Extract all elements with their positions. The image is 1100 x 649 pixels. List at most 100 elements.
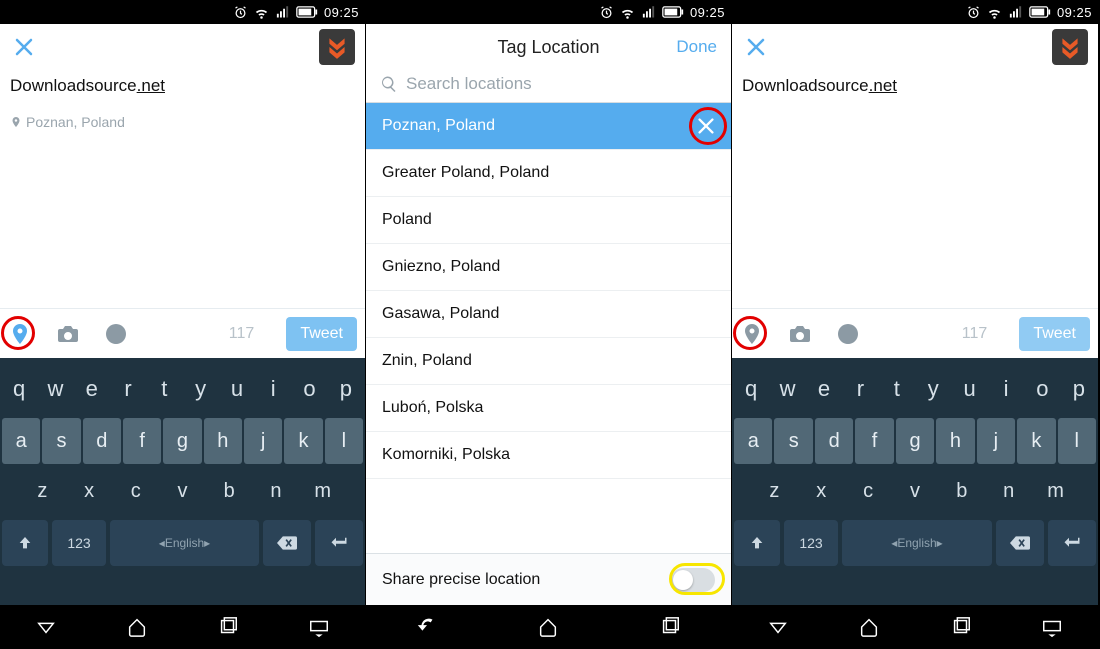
recents-icon[interactable]	[659, 616, 681, 638]
avatar[interactable]	[1052, 29, 1088, 65]
key-z[interactable]: z	[20, 468, 65, 514]
key-b[interactable]: b	[207, 468, 252, 514]
key-y[interactable]: y	[916, 364, 950, 414]
key-v[interactable]: v	[160, 468, 205, 514]
key-s[interactable]: s	[774, 418, 812, 464]
key-r[interactable]: r	[111, 364, 145, 414]
tweet-button[interactable]: Tweet	[1019, 317, 1090, 351]
key-a[interactable]: a	[734, 418, 772, 464]
location-icon[interactable]	[8, 322, 32, 346]
key-n[interactable]: n	[254, 468, 299, 514]
home-icon[interactable]	[858, 616, 880, 638]
location-item[interactable]: Greater Poland, Poland	[366, 150, 731, 197]
camera-icon[interactable]	[56, 322, 80, 346]
backspace-key[interactable]	[263, 520, 311, 566]
keyboard-hide-icon[interactable]	[308, 616, 330, 638]
key-o[interactable]: o	[1025, 364, 1059, 414]
key-d[interactable]: d	[83, 418, 121, 464]
back-icon[interactable]	[35, 616, 57, 638]
close-button[interactable]	[742, 33, 770, 61]
compose-text[interactable]: Downloadsource.net	[10, 76, 355, 96]
key-s[interactable]: s	[42, 418, 80, 464]
camera-icon[interactable]	[788, 322, 812, 346]
key-f[interactable]: f	[123, 418, 161, 464]
key-h[interactable]: h	[936, 418, 974, 464]
enter-key[interactable]	[315, 520, 363, 566]
key-r[interactable]: r	[843, 364, 877, 414]
key-w[interactable]: w	[38, 364, 72, 414]
location-item[interactable]: Poznan, Poland	[366, 103, 731, 150]
key-c[interactable]: c	[113, 468, 158, 514]
key-k[interactable]: k	[284, 418, 322, 464]
key-z[interactable]: z	[752, 468, 797, 514]
location-item[interactable]: Znin, Poland	[366, 338, 731, 385]
geo-tag[interactable]: Poznan, Poland	[10, 114, 355, 130]
key-a[interactable]: a	[2, 418, 40, 464]
key-m[interactable]: m	[1033, 468, 1078, 514]
location-item[interactable]: Gasawa, Poland	[366, 291, 731, 338]
keyboard[interactable]: qwertyuiop asdfghjkl zxcvbnm 123 ◂ Engli…	[0, 358, 365, 605]
pie-icon[interactable]	[836, 322, 860, 346]
key-f[interactable]: f	[855, 418, 893, 464]
key-n[interactable]: n	[986, 468, 1031, 514]
key-t[interactable]: t	[147, 364, 181, 414]
key-q[interactable]: q	[2, 364, 36, 414]
key-j[interactable]: j	[244, 418, 282, 464]
home-icon[interactable]	[537, 616, 559, 638]
key-g[interactable]: g	[896, 418, 934, 464]
key-p[interactable]: p	[1062, 364, 1096, 414]
key-x[interactable]: x	[67, 468, 112, 514]
key-u[interactable]: u	[952, 364, 986, 414]
key-c[interactable]: c	[846, 468, 891, 514]
key-h[interactable]: h	[204, 418, 242, 464]
space-key[interactable]: ◂ English ▸	[842, 520, 992, 566]
recents-icon[interactable]	[950, 616, 972, 638]
remove-location-icon[interactable]	[695, 115, 717, 137]
shift-key[interactable]	[734, 520, 780, 566]
compose-text[interactable]: Downloadsource.net	[742, 76, 1088, 96]
backspace-key[interactable]	[996, 520, 1044, 566]
key-d[interactable]: d	[815, 418, 853, 464]
key-e[interactable]: e	[807, 364, 841, 414]
key-i[interactable]: i	[989, 364, 1023, 414]
pie-icon[interactable]	[104, 322, 128, 346]
key-y[interactable]: y	[184, 364, 218, 414]
location-item[interactable]: Poland	[366, 197, 731, 244]
shift-key[interactable]	[2, 520, 48, 566]
numeric-key[interactable]: 123	[52, 520, 106, 566]
key-e[interactable]: e	[75, 364, 109, 414]
close-button[interactable]	[10, 33, 38, 61]
avatar[interactable]	[319, 29, 355, 65]
home-icon[interactable]	[126, 616, 148, 638]
key-m[interactable]: m	[300, 468, 345, 514]
location-item[interactable]: Komorniki, Polska	[366, 432, 731, 479]
key-q[interactable]: q	[734, 364, 768, 414]
recents-icon[interactable]	[217, 616, 239, 638]
keyboard[interactable]: qwertyuiop asdfghjkl zxcvbnm 123 ◂ Engli…	[732, 358, 1098, 605]
key-g[interactable]: g	[163, 418, 201, 464]
keyboard-hide-icon[interactable]	[1041, 616, 1063, 638]
location-icon[interactable]	[740, 322, 764, 346]
done-button[interactable]: Done	[676, 37, 717, 57]
back-icon[interactable]	[416, 616, 438, 638]
tweet-button[interactable]: Tweet	[286, 317, 357, 351]
key-t[interactable]: t	[880, 364, 914, 414]
key-k[interactable]: k	[1017, 418, 1055, 464]
key-o[interactable]: o	[292, 364, 326, 414]
search-locations-input[interactable]: Search locations	[366, 70, 731, 103]
numeric-key[interactable]: 123	[784, 520, 838, 566]
key-p[interactable]: p	[329, 364, 363, 414]
share-precise-toggle[interactable]	[671, 568, 715, 592]
location-item[interactable]: Luboń, Polska	[366, 385, 731, 432]
key-l[interactable]: l	[325, 418, 363, 464]
key-j[interactable]: j	[977, 418, 1015, 464]
key-l[interactable]: l	[1058, 418, 1096, 464]
key-w[interactable]: w	[770, 364, 804, 414]
key-x[interactable]: x	[799, 468, 844, 514]
key-i[interactable]: i	[256, 364, 290, 414]
key-v[interactable]: v	[893, 468, 938, 514]
enter-key[interactable]	[1048, 520, 1096, 566]
back-icon[interactable]	[767, 616, 789, 638]
key-u[interactable]: u	[220, 364, 254, 414]
location-item[interactable]: Gniezno, Poland	[366, 244, 731, 291]
